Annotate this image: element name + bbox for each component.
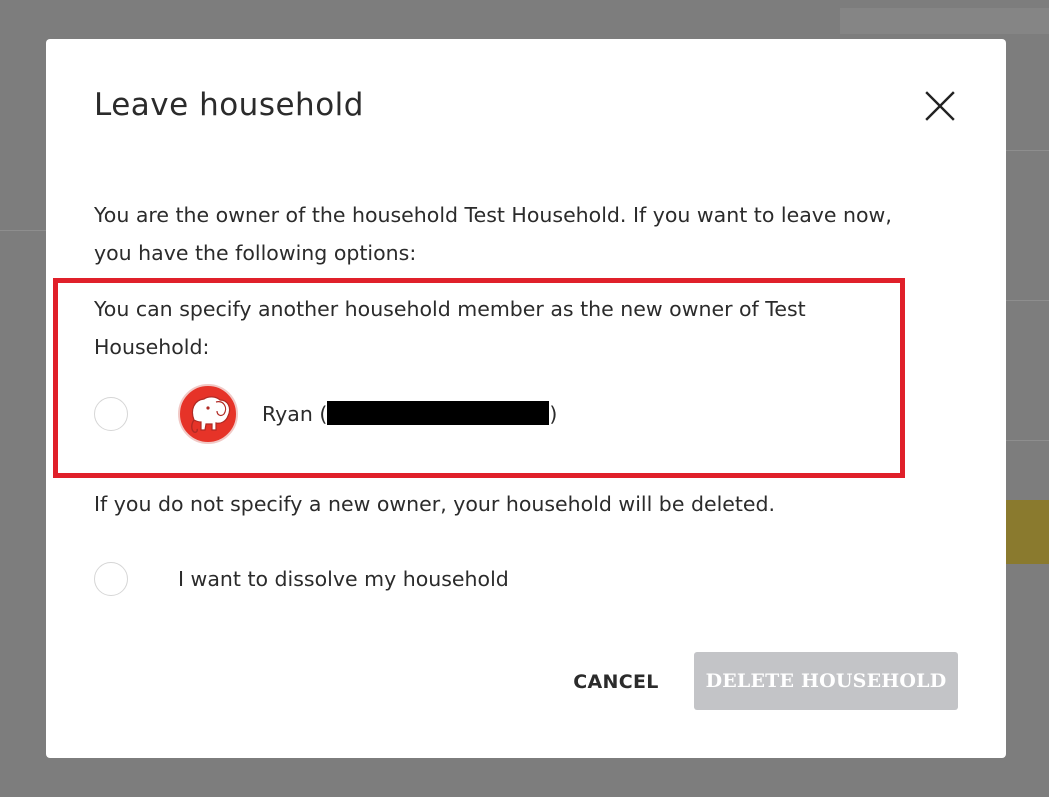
avatar	[178, 384, 238, 444]
close-button[interactable]	[922, 88, 958, 124]
dialog-title: Leave household	[94, 87, 364, 123]
new-owner-radio[interactable]	[94, 397, 128, 431]
dissolve-household-radio[interactable]	[94, 562, 128, 596]
background-divider	[1006, 300, 1049, 301]
background-divider	[0, 230, 46, 231]
specify-owner-text: You can specify another household member…	[94, 297, 806, 359]
close-icon	[925, 91, 955, 121]
background-divider	[1006, 440, 1049, 441]
delete-household-button[interactable]: DELETE HOUSEHOLD	[694, 652, 958, 710]
dissolve-household-label[interactable]: I want to dissolve my household	[178, 560, 509, 598]
background-yellow-block	[1006, 500, 1049, 564]
deletion-warning-text: If you do not specify a new owner, your …	[94, 492, 776, 516]
member-name: Ryan (	[262, 402, 328, 426]
cancel-button[interactable]: CANCEL	[556, 653, 676, 711]
elephant-icon	[191, 396, 231, 433]
member-option-label[interactable]: Ryan ()	[262, 395, 557, 433]
redacted-email	[327, 401, 550, 425]
background-divider	[1006, 150, 1049, 151]
member-name-suffix: )	[549, 402, 558, 426]
background-header-strip	[840, 8, 1049, 34]
leave-household-dialog: Leave household You are the owner of the…	[46, 39, 1006, 758]
intro-text: You are the owner of the household Test …	[94, 203, 892, 265]
